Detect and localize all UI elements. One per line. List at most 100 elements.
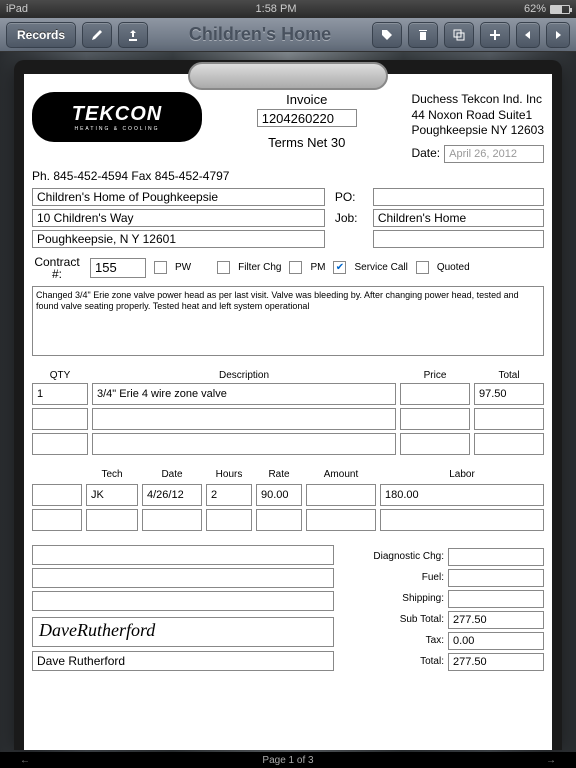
labor-blank[interactable] xyxy=(32,484,82,506)
invoice-form: TEKCON HEATING & COOLING Invoice 1204260… xyxy=(24,74,552,750)
date-label: Date: xyxy=(411,146,440,162)
hours-header: Hours xyxy=(206,469,252,480)
amount-header: Amount xyxy=(306,469,376,480)
phone-label: Ph. 845-452-4594 Fax 845-452-4797 xyxy=(32,169,229,183)
footer: ← Page 1 of 3 → xyxy=(0,752,576,768)
terms-label: Terms Net 30 xyxy=(210,135,403,150)
pm-checkbox[interactable] xyxy=(289,261,302,274)
next-button[interactable] xyxy=(546,22,570,48)
ldate-field2[interactable] xyxy=(142,509,202,531)
desc-field[interactable] xyxy=(92,433,396,455)
qty-field[interactable] xyxy=(32,433,88,455)
customer-name[interactable]: Children's Home of Poughkeepsie xyxy=(32,188,325,206)
desc-header: Description xyxy=(92,370,396,381)
ship-field[interactable] xyxy=(448,590,544,608)
labor-field[interactable]: 180.00 xyxy=(380,484,544,506)
extra-field[interactable] xyxy=(373,230,544,248)
clip-icon xyxy=(188,62,388,90)
company-address: Duchess Tekcon Ind. Inc 44 Noxon Road Su… xyxy=(411,92,544,163)
tax-label: Tax: xyxy=(344,635,444,646)
price-field[interactable] xyxy=(400,408,470,430)
linetotal-field[interactable]: 97.50 xyxy=(474,383,544,405)
footer-next-icon[interactable]: → xyxy=(546,755,556,766)
toolbar: Records Children's Home xyxy=(0,18,576,52)
contract-label: Contract #: xyxy=(32,256,82,280)
prev-button[interactable] xyxy=(516,22,540,48)
export-button[interactable] xyxy=(118,22,148,48)
signature-field[interactable]: DaveRutherford xyxy=(32,617,334,647)
notes-field[interactable]: Changed 3/4" Erie zone valve power head … xyxy=(32,286,544,356)
total-header: Total xyxy=(474,370,544,381)
records-button[interactable]: Records xyxy=(6,22,76,48)
customer-addr[interactable]: 10 Children's Way xyxy=(32,209,325,227)
rate-field[interactable]: 90.00 xyxy=(256,484,302,506)
date-field[interactable]: April 26, 2012 xyxy=(444,145,544,163)
company-city: Poughkeepsie NY 12603 xyxy=(411,123,544,139)
pm-label: PM xyxy=(310,262,325,273)
pw-label: PW xyxy=(175,262,191,273)
price-field[interactable] xyxy=(400,383,470,405)
memo3[interactable] xyxy=(32,591,334,611)
rate-field2[interactable] xyxy=(256,509,302,531)
footer-prev-icon[interactable]: ← xyxy=(20,755,30,766)
po-label: PO: xyxy=(335,190,369,204)
memo1[interactable] xyxy=(32,545,334,565)
ldate-field[interactable]: 4/26/12 xyxy=(142,484,202,506)
company-street: 44 Noxon Road Suite1 xyxy=(411,108,544,124)
quoted-label: Quoted xyxy=(437,262,470,273)
hours-field[interactable]: 2 xyxy=(206,484,252,506)
delete-button[interactable] xyxy=(408,22,438,48)
desc-field[interactable]: 3/4" Erie 4 wire zone valve xyxy=(92,383,396,405)
ship-label: Shipping: xyxy=(344,593,444,604)
duplicate-button[interactable] xyxy=(444,22,474,48)
logo-tagline: HEATING & COOLING xyxy=(74,126,159,132)
desc-field[interactable] xyxy=(92,408,396,430)
tag-button[interactable] xyxy=(372,22,402,48)
tech-field2[interactable] xyxy=(86,509,138,531)
tax-field[interactable]: 0.00 xyxy=(448,632,544,650)
qty-field[interactable] xyxy=(32,408,88,430)
battery-icon xyxy=(550,5,570,14)
filter-label: Filter Chg xyxy=(238,262,281,273)
job-field[interactable]: Children's Home xyxy=(373,209,544,227)
qty-field[interactable]: 1 xyxy=(32,383,88,405)
tech-header: Tech xyxy=(86,469,138,480)
company-logo: TEKCON HEATING & COOLING xyxy=(32,92,202,142)
amount-field2[interactable] xyxy=(306,509,376,531)
diag-label: Diagnostic Chg: xyxy=(344,551,444,562)
add-button[interactable] xyxy=(480,22,510,48)
gtotal-label: Total: xyxy=(344,656,444,667)
hours-field2[interactable] xyxy=(206,509,252,531)
price-field[interactable] xyxy=(400,433,470,455)
ldate-header: Date xyxy=(142,469,202,480)
tech-field[interactable]: JK xyxy=(86,484,138,506)
labor-header: Labor xyxy=(380,469,544,480)
pw-checkbox[interactable] xyxy=(154,261,167,274)
diag-field[interactable] xyxy=(448,548,544,566)
memo2[interactable] xyxy=(32,568,334,588)
page-indicator: Page 1 of 3 xyxy=(262,755,313,766)
signer-name[interactable]: Dave Rutherford xyxy=(32,651,334,671)
linetotal-field[interactable] xyxy=(474,433,544,455)
edit-button[interactable] xyxy=(82,22,112,48)
service-label: Service Call xyxy=(354,262,407,273)
linetotal-field[interactable] xyxy=(474,408,544,430)
po-field[interactable] xyxy=(373,188,544,206)
amount-field[interactable] xyxy=(306,484,376,506)
battery-pct: 62% xyxy=(524,3,546,15)
clipboard: TEKCON HEATING & COOLING Invoice 1204260… xyxy=(14,60,562,750)
customer-city[interactable]: Poughkeepsie, N Y 12601 xyxy=(32,230,325,248)
fuel-field[interactable] xyxy=(448,569,544,587)
service-checkbox[interactable]: ✔ xyxy=(333,261,346,274)
job-label: Job: xyxy=(335,211,369,225)
contract-field[interactable]: 155 xyxy=(90,258,146,278)
quoted-checkbox[interactable] xyxy=(416,261,429,274)
labor-field2[interactable] xyxy=(380,509,544,531)
sub-field[interactable]: 277.50 xyxy=(448,611,544,629)
logo-text: TEKCON xyxy=(72,103,162,126)
price-header: Price xyxy=(400,370,470,381)
labor-blank2[interactable] xyxy=(32,509,82,531)
invoice-number[interactable]: 1204260220 xyxy=(257,109,357,127)
filter-checkbox[interactable] xyxy=(217,261,230,274)
gtotal-field[interactable]: 277.50 xyxy=(448,653,544,671)
